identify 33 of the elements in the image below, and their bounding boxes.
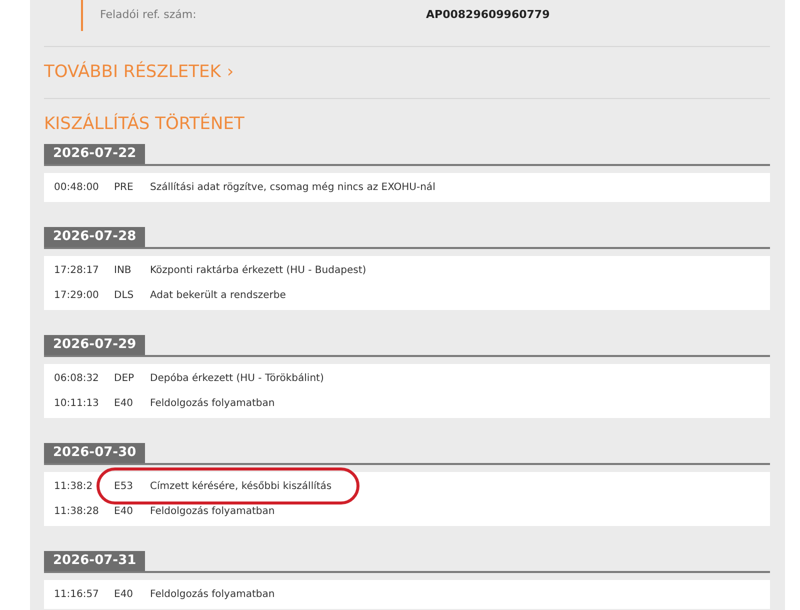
event-code: E40 [114,588,134,602]
event-time: 17:28:17 [54,264,100,278]
date-header: 2026-07-31 [44,551,146,571]
date-header: 2026-07-28 [44,227,146,247]
event-description: Központi raktárba érkezett (HU - Budapest) [150,264,366,278]
event-description: Feldolgozás folyamatban [150,588,275,602]
date-header: 2026-07-22 [44,144,146,164]
event-time: 11:16:57 [54,588,100,602]
event-description: Feldolgozás folyamatban [150,397,275,411]
event-time: 11:38:2 [54,480,94,494]
event-time: 11:38:28 [54,505,100,519]
reference-label: Feladói ref. szám: [100,7,198,24]
event-description: Címzett kérésére, későbbi kiszállítás [150,480,332,494]
more-details-link[interactable]: TOVÁBBI RÉSZLETEK › [44,60,234,86]
date-header: 2026-07-29 [44,335,146,355]
event-time: 06:08:32 [54,372,100,386]
event-time: 00:48:00 [54,181,100,195]
event-description: Depóba érkezett (HU - Törökbálint) [150,372,324,386]
event-code: INB [114,264,132,278]
event-code: DEP [114,372,136,386]
date-header: 2026-07-30 [44,443,146,463]
event-code: E40 [114,505,134,519]
event-description: Adat bekerült a rendszerbe [150,289,286,303]
reference-value: AP00829609960779 [426,7,550,24]
event-description: Feldolgozás folyamatban [150,505,275,519]
event-code: DLS [114,289,135,303]
event-code: PRE [114,181,134,195]
event-code: E53 [114,480,134,494]
event-description: Szállítási adat rögzítve, csomag még nincs az EXOHU-nál [150,181,436,195]
event-time: 10:11:13 [54,397,100,411]
event-time: 17:29:00 [54,289,100,303]
event-code: E40 [114,397,134,411]
history-title: KISZÁLLÍTÁS TÖRTÉNET [44,114,246,134]
